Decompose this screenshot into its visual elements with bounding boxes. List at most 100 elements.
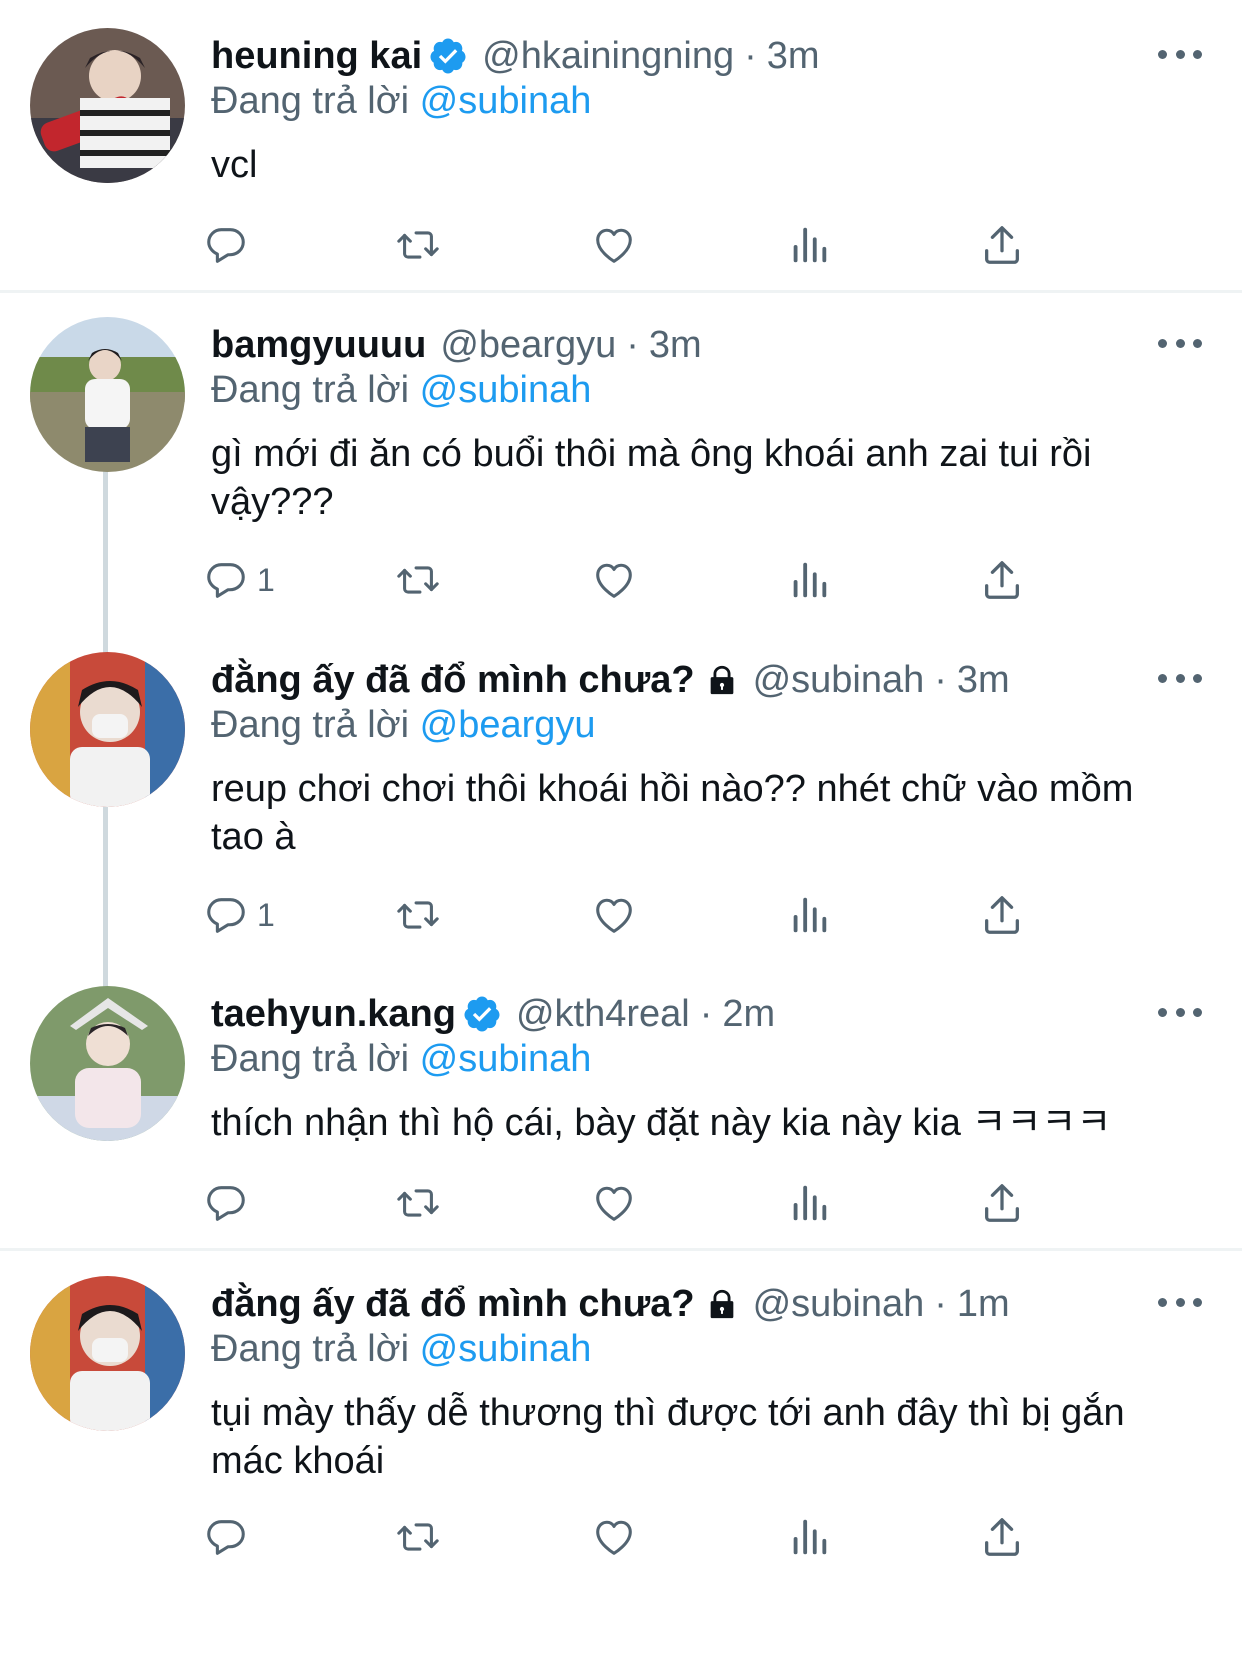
more-options-icon[interactable]: [1158, 333, 1202, 353]
display-name[interactable]: bamgyuuuu: [211, 324, 426, 367]
tweet-actions: [207, 1512, 1111, 1562]
user-handle[interactable]: @kth4real: [516, 993, 690, 1036]
avatar[interactable]: [30, 28, 185, 183]
reply-icon: [207, 1520, 245, 1555]
like-button[interactable]: [591, 1512, 637, 1562]
reply-prefix: Đang trả lời: [211, 80, 410, 122]
tweet-actions: 1: [207, 555, 1111, 605]
user-handle[interactable]: @subinah: [753, 1283, 925, 1326]
heart-icon: [596, 1186, 632, 1221]
display-name[interactable]: đằng ấy đã đổ mình chưa?: [211, 659, 695, 702]
separator-dot: ·: [626, 323, 639, 366]
retweet-button[interactable]: [395, 1512, 441, 1562]
more-options-icon[interactable]: [1158, 1002, 1202, 1022]
tweet-timestamp[interactable]: 2m: [722, 993, 775, 1036]
reply-prefix: Đang trả lời: [211, 1038, 410, 1080]
retweet-icon: [397, 231, 439, 259]
retweet-button[interactable]: [395, 890, 441, 940]
views-icon: [793, 227, 827, 263]
separator-dot: ·: [934, 658, 947, 701]
tweet-actions: 1: [207, 890, 1111, 940]
tweet-divider: [0, 1248, 1242, 1251]
avatar[interactable]: [30, 986, 185, 1141]
avatar[interactable]: [30, 652, 185, 807]
reply-mention-link[interactable]: @subinah: [420, 1038, 592, 1080]
reply-button[interactable]: [203, 220, 257, 270]
retweet-button[interactable]: [395, 220, 441, 270]
views-button[interactable]: [786, 220, 832, 270]
reply-prefix: Đang trả lời: [211, 369, 410, 411]
views-button[interactable]: [786, 890, 832, 940]
share-button[interactable]: [979, 1178, 1025, 1228]
reply-icon: [207, 228, 245, 263]
user-handle[interactable]: @subinah: [753, 659, 925, 702]
tweet-timestamp[interactable]: 3m: [957, 659, 1010, 702]
separator-dot: ·: [699, 992, 713, 1035]
tweet-text: gì mới đi ăn có buổi thôi mà ông khoái a…: [211, 433, 1092, 523]
tweet-text: reup chơi chơi thôi khoái hồi nào?? nhét…: [211, 768, 1134, 858]
share-button[interactable]: [979, 1512, 1025, 1562]
reply-button[interactable]: [203, 1512, 257, 1562]
retweet-icon: [397, 566, 439, 594]
views-button[interactable]: [786, 1178, 832, 1228]
like-button[interactable]: [591, 220, 637, 270]
views-icon: [793, 562, 827, 598]
reply-button[interactable]: 1: [203, 555, 275, 605]
tweet-timestamp[interactable]: 3m: [767, 35, 820, 78]
share-button[interactable]: [979, 555, 1025, 605]
user-handle[interactable]: @beargyu: [440, 324, 616, 367]
tweet-header: đằng ấy đã đổ mình chưa? @subinah · 1m: [211, 1279, 1010, 1329]
avatar[interactable]: [30, 317, 185, 472]
like-button[interactable]: [591, 1178, 637, 1228]
reply-mention-link[interactable]: @beargyu: [420, 704, 596, 746]
more-options-icon[interactable]: [1158, 668, 1202, 688]
views-icon: [793, 897, 827, 933]
reply-mention-link[interactable]: @subinah: [420, 80, 592, 122]
tweet-timestamp[interactable]: 3m: [649, 324, 702, 367]
reply-count: 1: [257, 561, 275, 598]
tweet-header: heuning kai @hkainingning · 3m: [211, 31, 820, 81]
tweet-text: vcl: [211, 144, 258, 186]
share-icon: [985, 896, 1019, 934]
reply-button[interactable]: 1: [203, 890, 275, 940]
heart-icon: [596, 1520, 632, 1555]
display-name[interactable]: đằng ấy đã đổ mình chưa?: [211, 1283, 695, 1326]
tweet-actions: [207, 1178, 1111, 1228]
avatar[interactable]: [30, 1276, 185, 1431]
user-handle[interactable]: @hkainingning: [482, 35, 734, 78]
like-button[interactable]: [591, 555, 637, 605]
reply-mention-link[interactable]: @subinah: [420, 1328, 592, 1370]
lock-icon: [710, 665, 733, 695]
tweet-divider: [0, 290, 1242, 293]
retweet-icon: [397, 1189, 439, 1217]
share-icon: [985, 1184, 1019, 1222]
views-button[interactable]: [786, 555, 832, 605]
display-name[interactable]: heuning kai: [211, 35, 422, 78]
thread-line: [103, 465, 108, 653]
replying-to: Đang trả lời @subinah: [211, 369, 591, 412]
lock-icon: [710, 1289, 733, 1319]
tweet-timestamp[interactable]: 1m: [957, 1283, 1010, 1326]
heart-icon: [596, 563, 632, 598]
separator-dot: ·: [934, 1282, 947, 1325]
views-icon: [793, 1185, 827, 1221]
display-name[interactable]: taehyun.kang: [211, 993, 456, 1036]
retweet-button[interactable]: [395, 1178, 441, 1228]
heart-icon: [596, 898, 632, 933]
replying-to: Đang trả lời @beargyu: [211, 704, 596, 747]
replying-to: Đang trả lời @subinah: [211, 80, 591, 123]
more-options-icon[interactable]: [1158, 1292, 1202, 1312]
like-button[interactable]: [591, 890, 637, 940]
retweet-icon: [397, 901, 439, 929]
reply-icon: [207, 563, 245, 598]
retweet-button[interactable]: [395, 555, 441, 605]
share-button[interactable]: [979, 220, 1025, 270]
share-button[interactable]: [979, 890, 1025, 940]
tweet-header: bamgyuuuu @beargyu · 3m: [211, 320, 702, 370]
reply-mention-link[interactable]: @subinah: [420, 369, 592, 411]
thread-line: [103, 800, 108, 988]
more-options-icon[interactable]: [1158, 44, 1202, 64]
reply-icon: [207, 898, 245, 933]
views-button[interactable]: [786, 1512, 832, 1562]
reply-button[interactable]: [203, 1178, 257, 1228]
